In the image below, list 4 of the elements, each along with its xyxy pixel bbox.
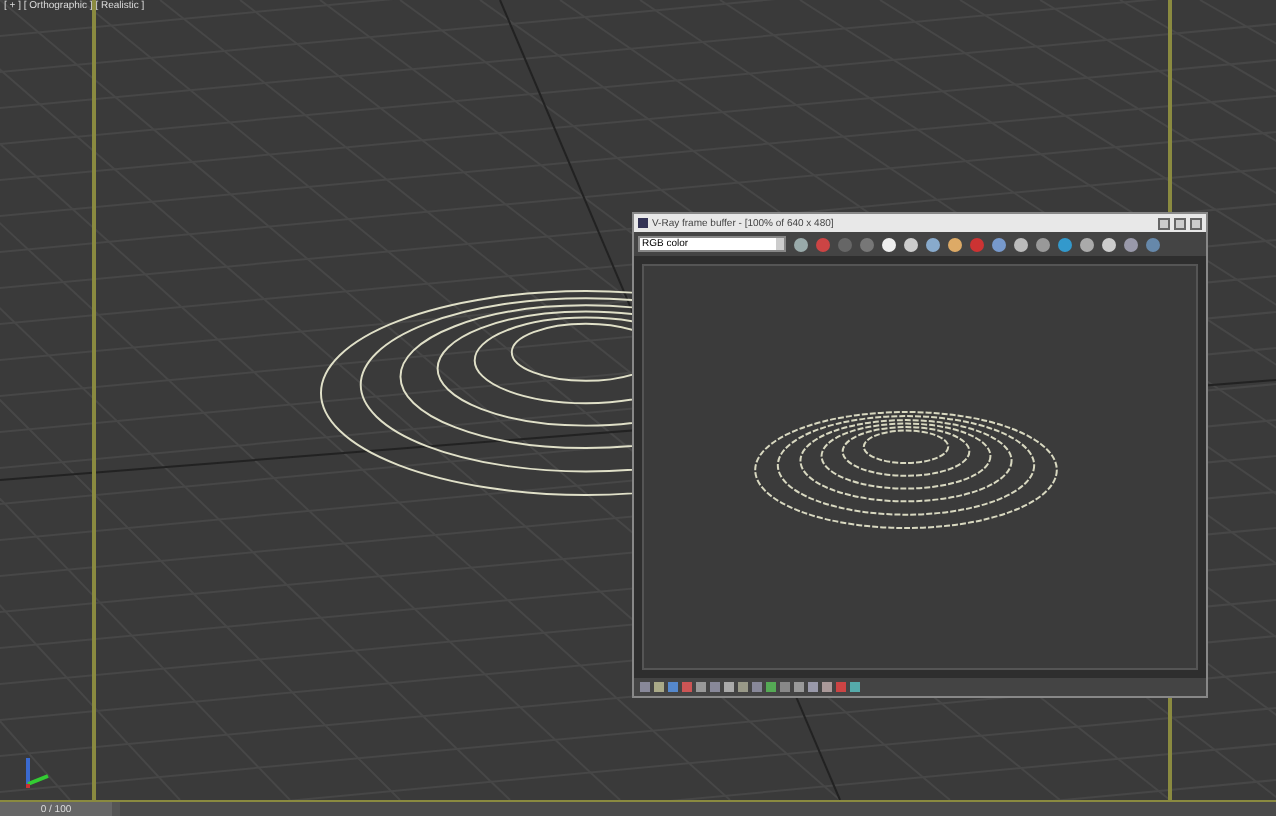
close-button[interactable]: [1190, 217, 1202, 229]
app-icon: [638, 218, 648, 228]
maximize-button[interactable]: [1174, 217, 1186, 229]
minimize-button[interactable]: [1158, 217, 1170, 229]
